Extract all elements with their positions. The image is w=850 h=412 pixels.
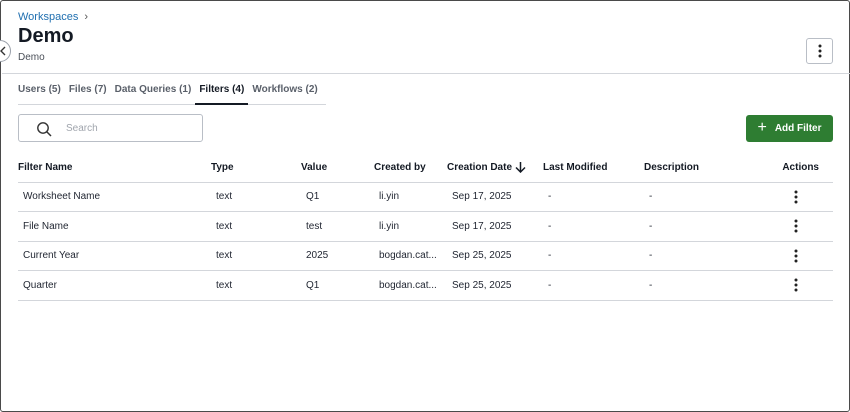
add-filter-label: Add Filter bbox=[774, 123, 822, 134]
column-header-description[interactable]: Description bbox=[644, 153, 774, 183]
chevron-left-icon bbox=[0, 46, 6, 56]
row-actions-button[interactable] bbox=[786, 275, 806, 295]
tab-files[interactable]: Files (7) bbox=[69, 81, 111, 105]
cell-value: test bbox=[301, 211, 374, 242]
cell-creation-date: Sep 17, 2025 bbox=[447, 211, 543, 242]
cell-type: text bbox=[211, 270, 301, 301]
cell-last-modified: - bbox=[543, 211, 644, 242]
cell-value: Q1 bbox=[301, 270, 374, 301]
cell-description: - bbox=[644, 270, 774, 301]
cell-creation-date: Sep 25, 2025 bbox=[447, 270, 543, 301]
cell-filter-name: Quarter bbox=[18, 270, 211, 301]
column-header-value[interactable]: Value bbox=[301, 153, 374, 183]
cell-type: text bbox=[211, 241, 301, 271]
header-divider bbox=[2, 73, 850, 74]
kebab-menu-icon bbox=[794, 278, 798, 292]
column-header-filter-name[interactable]: Filter Name bbox=[18, 153, 211, 183]
column-header-creation-date-label: Creation Date bbox=[447, 161, 513, 173]
table-header-row: Filter Name Type Value Created by Creati… bbox=[18, 153, 833, 183]
cell-creation-date: Sep 25, 2025 bbox=[447, 241, 543, 271]
plus-icon: + bbox=[757, 118, 767, 136]
column-header-type[interactable]: Type bbox=[211, 153, 301, 183]
column-header-actions: Actions bbox=[774, 153, 833, 183]
cell-value: 2025 bbox=[301, 241, 374, 271]
search-icon bbox=[37, 122, 52, 137]
row-actions-button[interactable] bbox=[786, 187, 806, 207]
cell-filter-name: Worksheet Name bbox=[18, 182, 211, 212]
cell-description: - bbox=[644, 182, 774, 212]
kebab-menu-icon bbox=[818, 44, 821, 58]
row-actions-button[interactable] bbox=[786, 216, 806, 236]
cell-last-modified: - bbox=[543, 182, 644, 212]
tab-bar: Users (5) Files (7) Data Queries (1) Fil… bbox=[18, 81, 326, 105]
tab-workflows[interactable]: Workflows (2) bbox=[252, 81, 321, 105]
cell-created-by: li.yin bbox=[374, 211, 447, 242]
tab-data-queries[interactable]: Data Queries (1) bbox=[115, 81, 196, 105]
cell-last-modified: - bbox=[543, 241, 644, 271]
cell-filter-name: Current Year bbox=[18, 241, 211, 271]
column-header-last-modified[interactable]: Last Modified bbox=[543, 153, 644, 183]
tab-users[interactable]: Users (5) bbox=[18, 81, 65, 105]
table-row[interactable]: Worksheet Name text Q1 li.yin Sep 17, 20… bbox=[18, 182, 833, 212]
more-options-button[interactable] bbox=[806, 38, 833, 64]
cell-created-by: li.yin bbox=[374, 182, 447, 212]
row-actions-button[interactable] bbox=[786, 246, 806, 266]
page-title: Demo bbox=[18, 25, 74, 47]
cell-description: - bbox=[644, 241, 774, 271]
add-filter-button[interactable]: + Add Filter bbox=[746, 115, 833, 142]
breadcrumb: Workspaces › bbox=[18, 11, 88, 23]
chevron-right-icon: › bbox=[84, 11, 88, 23]
search-box bbox=[18, 114, 203, 142]
cell-value: Q1 bbox=[301, 182, 374, 212]
arrow-down-icon bbox=[515, 162, 526, 174]
kebab-menu-icon bbox=[794, 219, 798, 233]
cell-filter-name: File Name bbox=[18, 211, 211, 242]
breadcrumb-link-workspaces[interactable]: Workspaces bbox=[18, 11, 78, 23]
app-window: Workspaces › Demo Demo Users (5) Files (… bbox=[0, 0, 850, 412]
cell-type: text bbox=[211, 211, 301, 242]
table-row[interactable]: File Name text test li.yin Sep 17, 2025 … bbox=[18, 211, 833, 242]
cell-created-by: bogdan.cat... bbox=[374, 241, 447, 271]
cell-description: - bbox=[644, 211, 774, 242]
table-row[interactable]: Current Year text 2025 bogdan.cat... Sep… bbox=[18, 241, 833, 271]
table-row[interactable]: Quarter text Q1 bogdan.cat... Sep 25, 20… bbox=[18, 270, 833, 301]
cell-last-modified: - bbox=[543, 270, 644, 301]
cell-created-by: bogdan.cat... bbox=[374, 270, 447, 301]
filters-table: Filter Name Type Value Created by Creati… bbox=[18, 153, 833, 301]
cell-type: text bbox=[211, 182, 301, 212]
tab-filters[interactable]: Filters (4) bbox=[195, 81, 249, 105]
collapse-sidebar-button[interactable] bbox=[0, 40, 11, 62]
cell-creation-date: Sep 17, 2025 bbox=[447, 182, 543, 212]
kebab-menu-icon bbox=[794, 190, 798, 204]
column-header-creation-date[interactable]: Creation Date bbox=[447, 153, 543, 183]
search-input[interactable] bbox=[66, 119, 196, 137]
column-header-created-by[interactable]: Created by bbox=[374, 153, 447, 183]
page-subtitle: Demo bbox=[18, 52, 45, 63]
kebab-menu-icon bbox=[794, 249, 798, 263]
